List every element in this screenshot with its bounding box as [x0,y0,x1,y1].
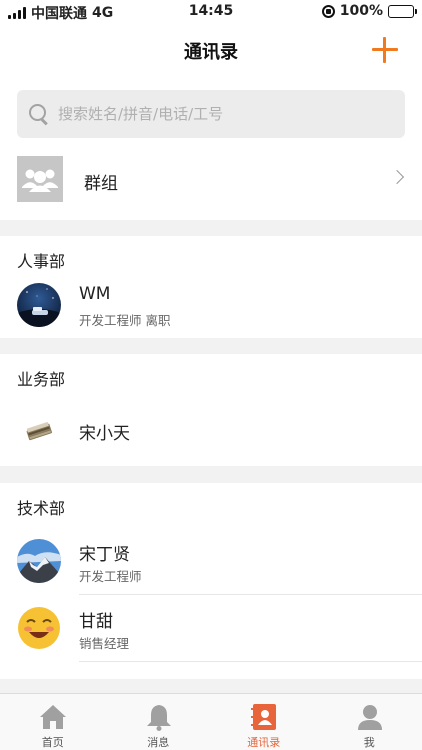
contact-title: 开发工程师 [79,569,142,584]
group-row[interactable]: 群组 [0,150,422,220]
contact-row[interactable]: 宋丁贤 开发工程师 [0,528,422,594]
tab-messages[interactable]: 消息 [106,694,212,750]
nav-bar: 通讯录 [0,22,422,78]
contacts-book-icon [251,704,276,730]
tab-home[interactable]: 首页 [0,694,106,750]
contact-row[interactable]: WM 开发工程师 离职 [0,272,422,338]
department-section-tech: 技术部 宋丁贤 开发工程师 甘甜 销售经理 [0,483,422,679]
home-icon [40,705,66,729]
battery-icon [388,4,417,18]
avatar [17,606,61,650]
department-title: 技术部 [17,499,66,518]
contact-name: 宋小天 [79,424,130,444]
department-section-business: 业务部 宋小天 [0,354,422,466]
status-right: 100% [321,3,417,19]
contact-title: 销售经理 [79,636,130,651]
search-input[interactable] [58,105,378,123]
avatar [17,409,61,453]
avatar [17,539,61,583]
bell-icon [146,705,171,731]
avatar [17,283,61,327]
contact-name: WM [79,284,111,304]
page-title: 通讯录 [184,42,238,63]
tab-label: 消息 [147,736,170,749]
battery-percent: 100% [339,3,383,19]
group-label: 群组 [84,174,118,194]
contact-row[interactable]: 甘甜 销售经理 [0,595,422,661]
tab-contacts[interactable]: 通讯录 [211,694,317,750]
user-icon [357,705,382,730]
chevron-right-icon [389,169,405,185]
contact-name: 宋丁贤 [79,545,130,565]
tab-label: 首页 [41,736,64,749]
orientation-lock-icon [321,4,335,18]
contact-title: 开发工程师 离职 [79,313,171,328]
search-icon [29,104,49,124]
row-divider [79,661,422,662]
search-area [0,78,422,150]
department-title: 人事部 [17,252,66,271]
department-title: 业务部 [17,370,66,389]
tab-label: 我 [363,736,375,749]
contact-name: 甘甜 [79,612,113,632]
department-section-hr: 人事部 WM 开发工程师 离职 [0,236,422,338]
status-bar: 中国联通 4G 14:45 100% [0,0,422,22]
contact-row[interactable]: 宋小天 [0,398,422,464]
tab-me[interactable]: 我 [317,694,422,750]
add-contact-button[interactable] [372,37,398,63]
tab-label: 通讯录 [247,736,281,749]
group-avatar-icon [17,156,63,202]
search-box[interactable] [17,90,405,138]
tab-bar: 首页 消息 通讯录 我 [0,693,422,750]
